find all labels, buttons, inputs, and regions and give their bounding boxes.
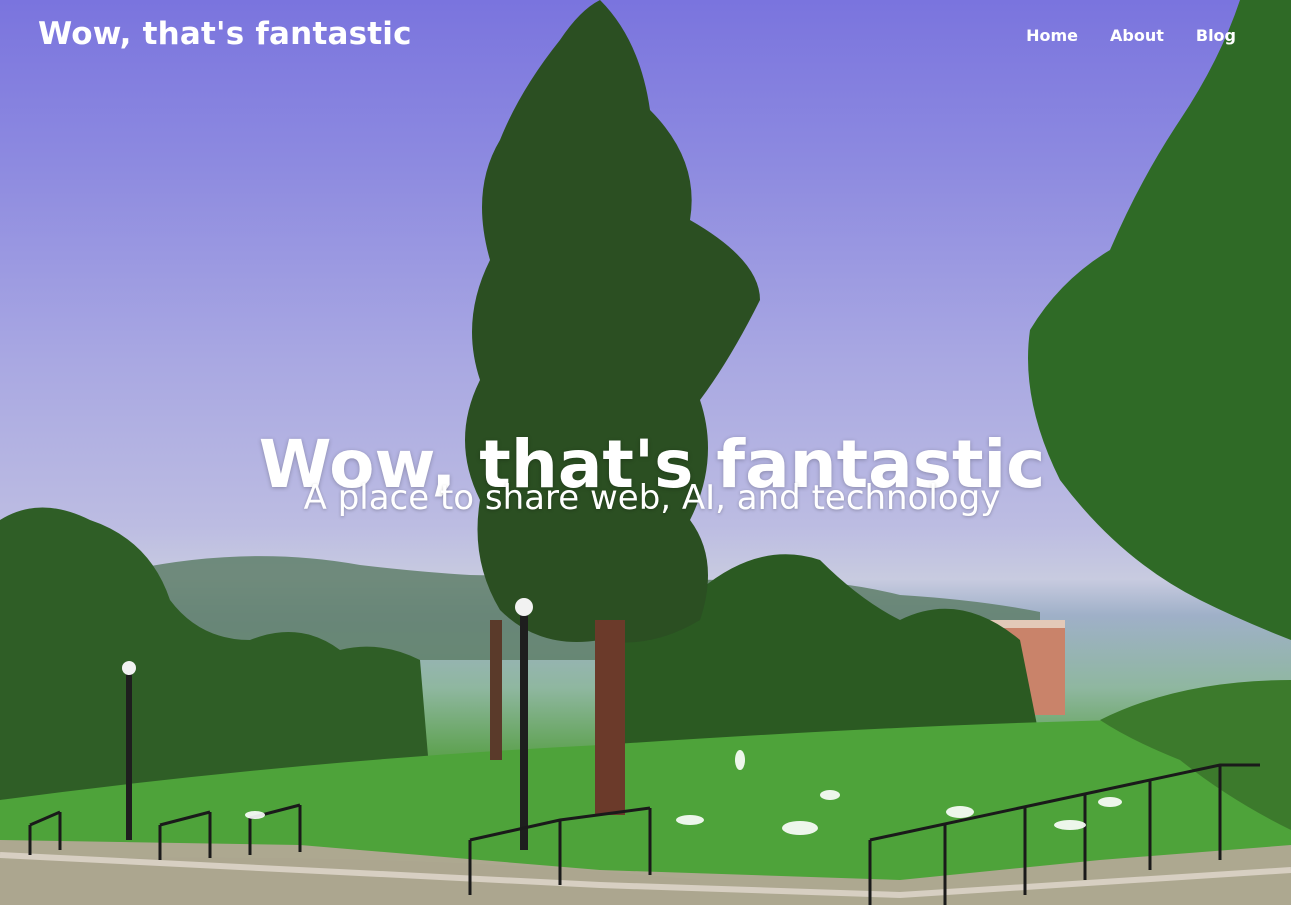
hero-subtitle: A place to share web, AI, and technology [303,478,1001,518]
main-nav: Home About Blog [1026,26,1236,45]
pine-trunk [595,620,625,815]
hero-section: Wow, that's fantastic Home About Blog Wo… [0,0,1291,905]
left-trees [0,507,430,800]
nav-about-link[interactable]: About [1110,26,1164,45]
right-tree [1028,0,1291,640]
navbar: Wow, that's fantastic Home About Blog [0,0,1291,76]
nav-blog-link[interactable]: Blog [1196,26,1236,45]
central-pine-tree [465,0,760,643]
site-brand-link[interactable]: Wow, that's fantastic [38,16,412,52]
nav-home-link[interactable]: Home [1026,26,1078,45]
lamp-post [520,610,528,850]
